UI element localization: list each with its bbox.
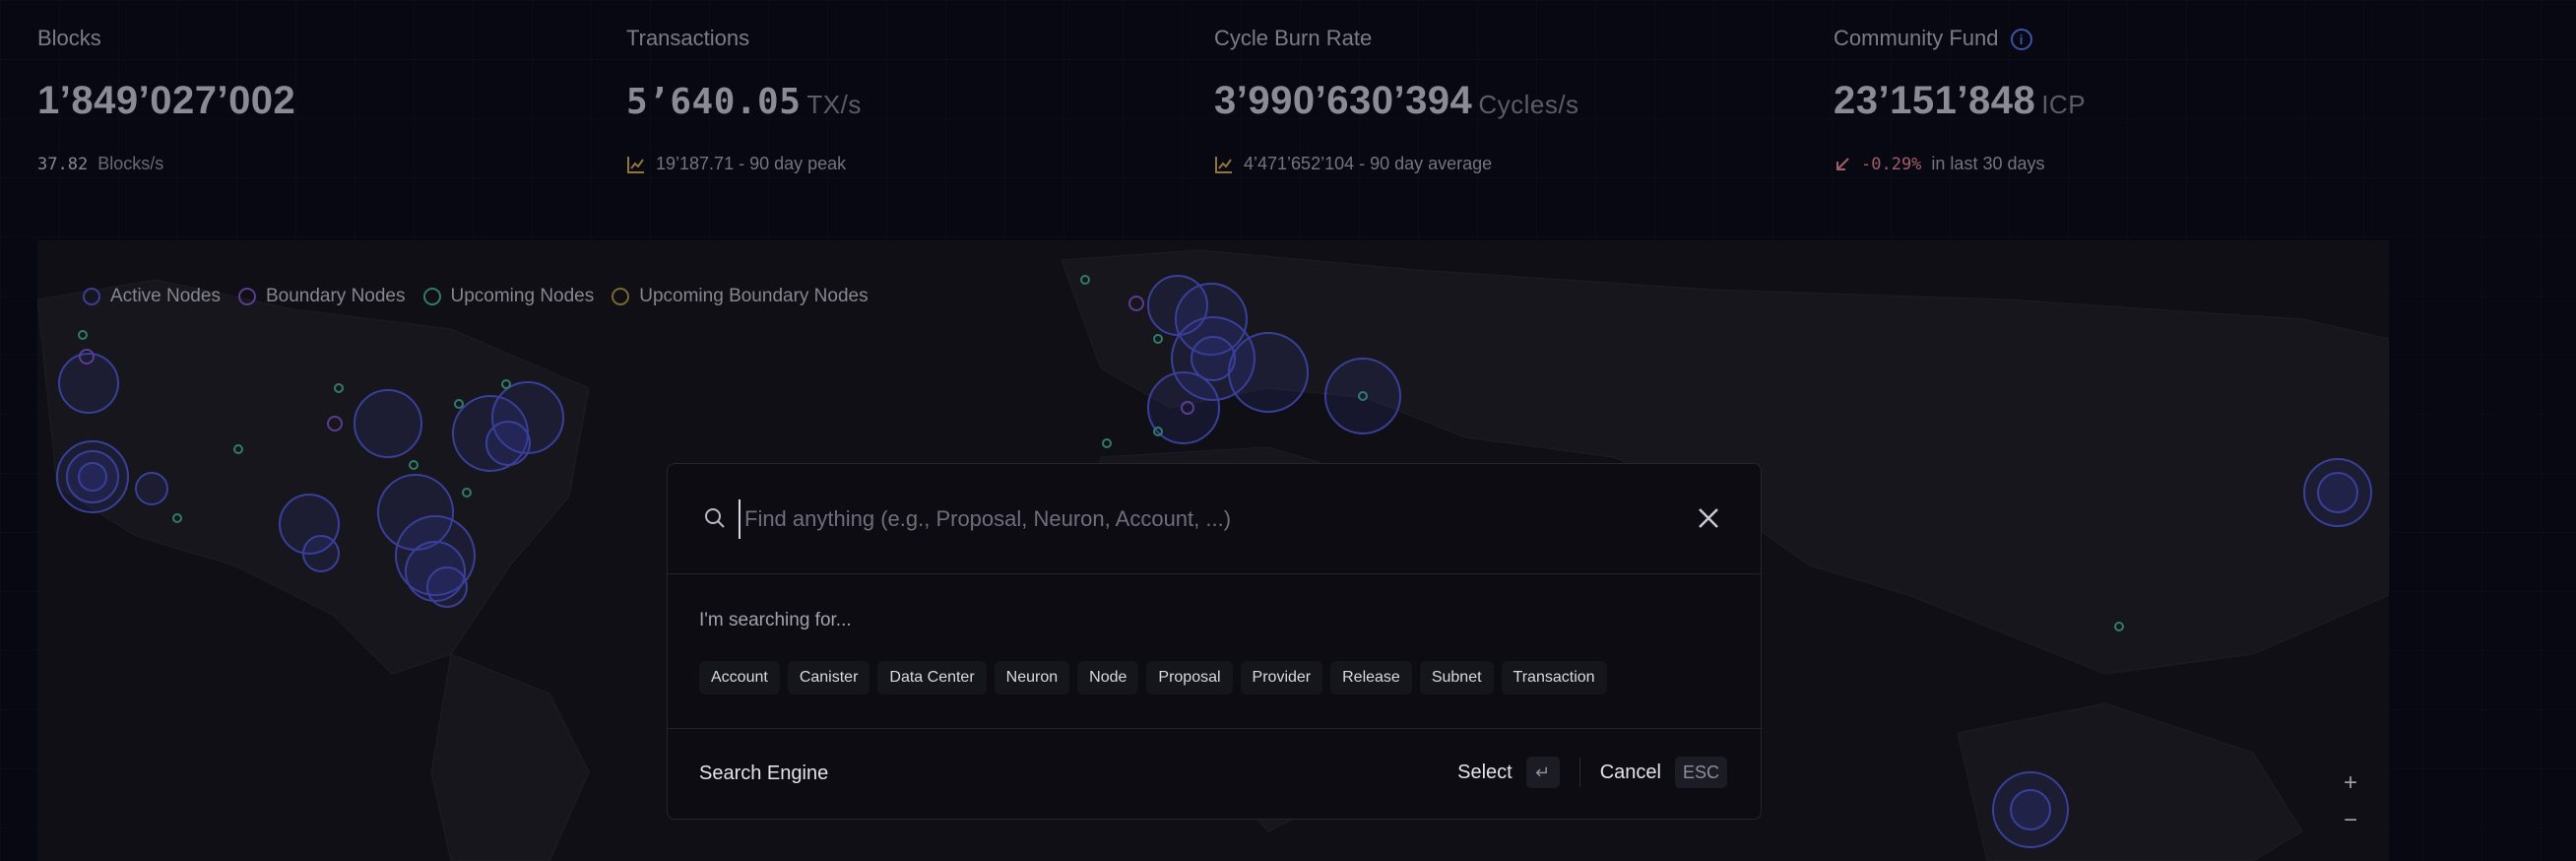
cancel-label[interactable]: Cancel [1600, 762, 1661, 784]
chip-neuron[interactable]: Neuron [994, 661, 1070, 695]
searching-for-label: I'm searching for... [699, 610, 852, 630]
chip-node[interactable]: Node [1077, 661, 1139, 695]
search-icon [705, 508, 725, 528]
chip-account[interactable]: Account [699, 661, 780, 695]
divider [1578, 758, 1580, 787]
chip-canister[interactable]: Canister [787, 661, 870, 695]
chip-transaction[interactable]: Transaction [1501, 661, 1607, 695]
enter-key-icon: ↵ [1525, 757, 1560, 788]
search-dialog: I'm searching for... Account Canister Da… [667, 463, 1762, 820]
chip-release[interactable]: Release [1330, 661, 1412, 695]
search-footer: Search Engine Select ↵ Cancel ESC [668, 728, 1761, 821]
chip-data-center[interactable]: Data Center [877, 661, 987, 695]
close-icon[interactable] [1696, 505, 1721, 531]
search-engine-title: Search Engine [699, 762, 829, 784]
search-bar [668, 464, 1761, 574]
select-label[interactable]: Select [1457, 762, 1513, 784]
footer-actions: Select ↵ Cancel ESC [1457, 757, 1727, 788]
search-input[interactable] [739, 499, 1625, 539]
chip-subnet[interactable]: Subnet [1419, 661, 1494, 695]
chip-provider[interactable]: Provider [1240, 661, 1323, 695]
category-chips: Account Canister Data Center Neuron Node… [699, 661, 1607, 695]
esc-key: ESC [1674, 757, 1727, 788]
chip-proposal[interactable]: Proposal [1146, 661, 1233, 695]
